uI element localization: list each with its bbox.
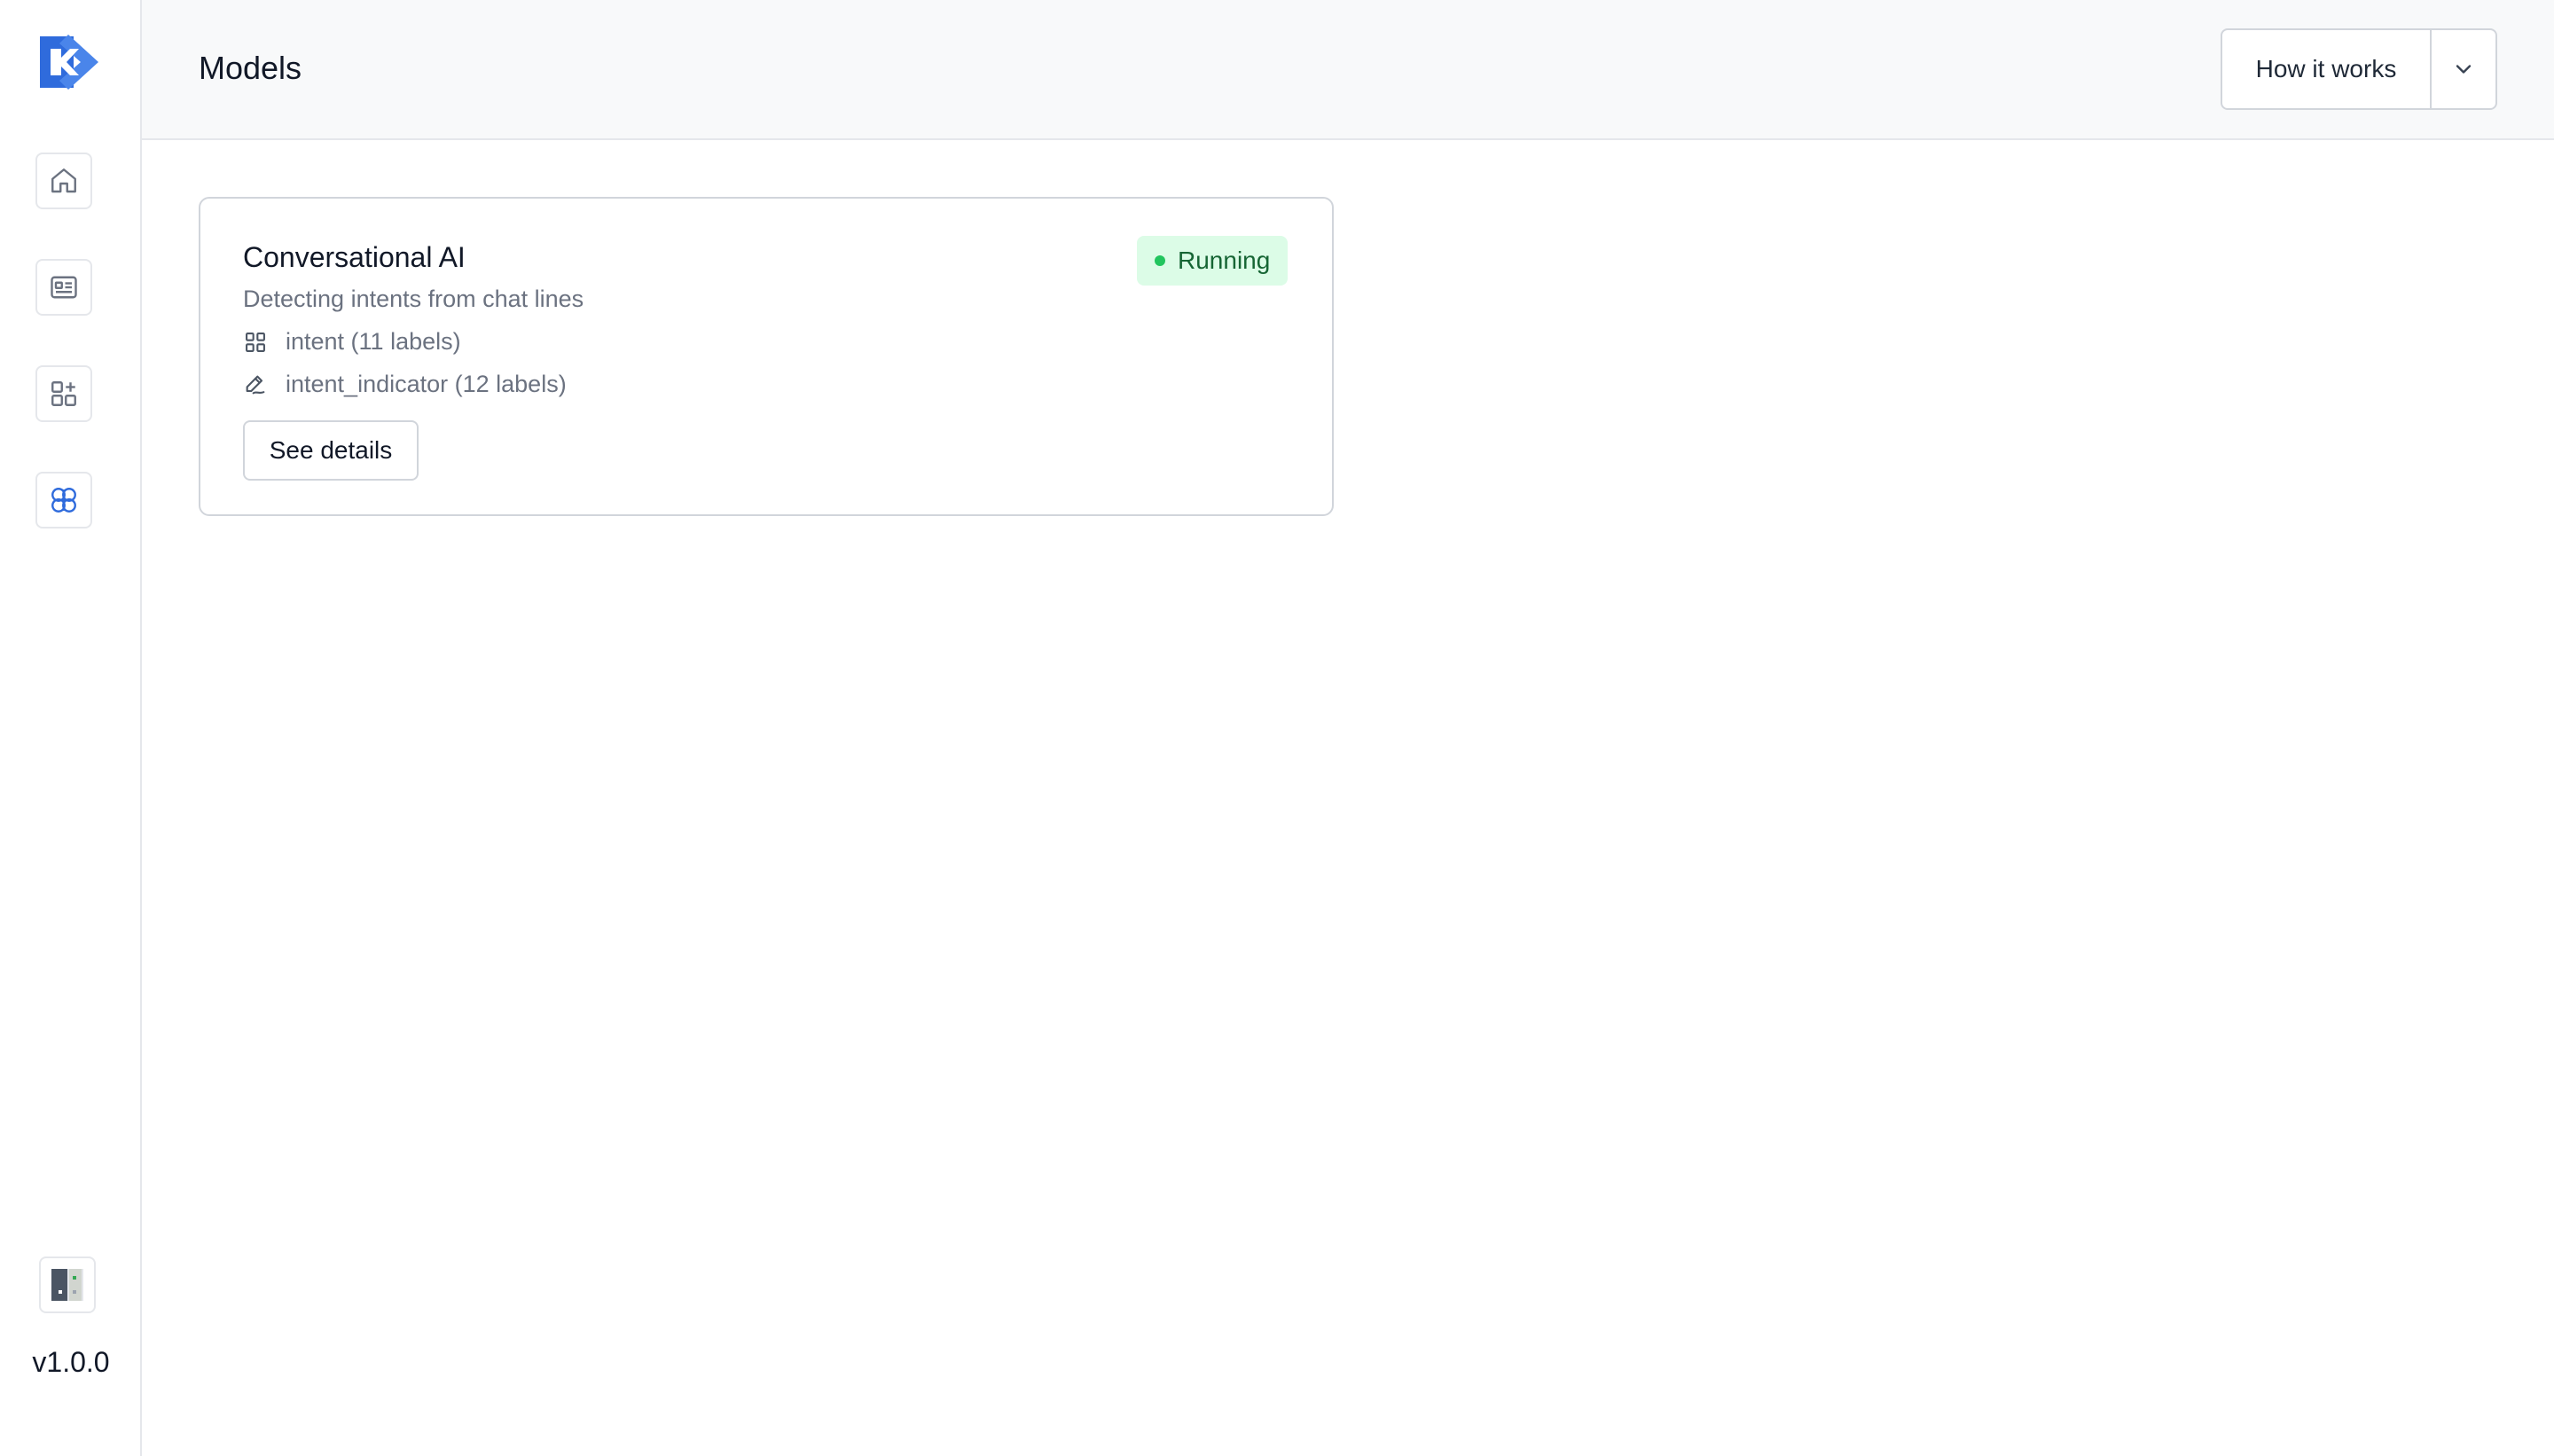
status-text: Running bbox=[1178, 247, 1271, 274]
model-description: Detecting intents from chat lines bbox=[243, 286, 584, 312]
brain-icon bbox=[51, 488, 76, 513]
how-it-works-button[interactable]: How it works bbox=[2222, 30, 2432, 108]
sidebar-item-apps[interactable] bbox=[35, 365, 92, 422]
sidebar: v1.0.0 bbox=[0, 0, 142, 1456]
grid-icon bbox=[246, 332, 265, 352]
app-version: v1.0.0 bbox=[32, 1346, 110, 1378]
how-it-works-dropdown-toggle[interactable] bbox=[2432, 30, 2495, 108]
page-title: Models bbox=[199, 50, 302, 86]
app-root: v1.0.0 Models How it works Conversationa… bbox=[0, 0, 2554, 1456]
pen-icon bbox=[246, 375, 265, 394]
home-icon bbox=[51, 168, 76, 193]
sidebar-item-models[interactable] bbox=[35, 472, 92, 528]
how-it-works-split-button: How it works bbox=[2221, 28, 2497, 110]
page-header: Models How it works bbox=[142, 0, 2554, 140]
id-card-icon bbox=[51, 276, 77, 299]
model-card: Conversational AI Detecting intents from… bbox=[199, 197, 1334, 516]
chevron-down-icon bbox=[2456, 65, 2472, 74]
app-logo-icon[interactable] bbox=[38, 33, 100, 91]
sidebar-item-home[interactable] bbox=[35, 153, 92, 209]
model-task-intent: intent (11 labels) bbox=[243, 328, 461, 356]
model-task-intent-indicator: intent_indicator (12 labels) bbox=[243, 371, 567, 398]
sidebar-item-records[interactable] bbox=[35, 259, 92, 316]
task-label: intent_indicator (12 labels) bbox=[286, 371, 567, 397]
model-name: Conversational AI bbox=[243, 241, 466, 273]
task-label: intent (11 labels) bbox=[286, 328, 461, 355]
status-dot-icon bbox=[1155, 255, 1165, 266]
apps-add-icon bbox=[51, 381, 76, 406]
vendor-logo-icon bbox=[51, 1269, 83, 1301]
vendor-logo-button[interactable] bbox=[39, 1256, 96, 1313]
status-badge: Running bbox=[1137, 236, 1289, 286]
see-details-button[interactable]: See details bbox=[243, 420, 419, 481]
